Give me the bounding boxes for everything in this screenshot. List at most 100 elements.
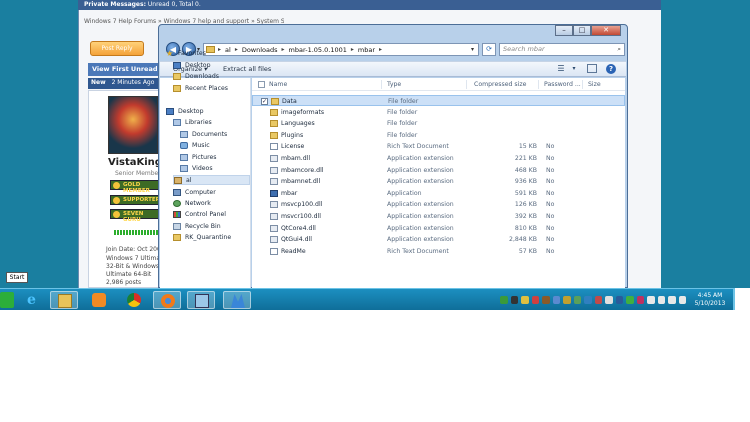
close-button[interactable]: ✕ (591, 25, 621, 36)
tray-icon[interactable] (510, 296, 518, 304)
tray-icon[interactable] (636, 296, 644, 304)
file-row[interactable]: mbamnet.dll Application extension 936 KB No (252, 176, 625, 187)
nav-item-rk-quarantine[interactable]: RK_Quarantine (173, 232, 250, 242)
view-first-unread-link[interactable]: View First Unread (88, 63, 163, 76)
application-icon (270, 189, 278, 197)
column-size[interactable]: Size (588, 81, 601, 88)
file-password-protected: No (546, 201, 555, 209)
file-row[interactable]: imageformats File folder (252, 107, 625, 118)
nav-item-documents[interactable]: Documents (180, 129, 250, 139)
nav-item-libraries[interactable]: Libraries (173, 117, 250, 127)
tray-icon[interactable] (647, 296, 655, 304)
column-compressed-size[interactable]: Compressed size (474, 81, 526, 88)
archive-taskbar-button[interactable] (187, 291, 215, 309)
avatar[interactable] (108, 96, 158, 154)
file-row[interactable]: mbam.dll Application extension 221 KB No (252, 153, 625, 164)
nav-item-pictures[interactable]: Pictures (180, 152, 250, 162)
search-input[interactable]: Search mbar ⌕ (499, 43, 625, 56)
firefox-taskbar-button[interactable] (153, 291, 181, 309)
column-divider[interactable] (582, 80, 583, 89)
refresh-button[interactable]: ⟳ (482, 43, 496, 56)
select-all-checkbox[interactable] (258, 81, 265, 88)
tray-icon[interactable] (615, 296, 623, 304)
column-password[interactable]: Password ... (544, 81, 581, 88)
nav-item-desktop[interactable]: Desktop (173, 60, 250, 70)
nav-item-videos[interactable]: Videos (180, 163, 250, 173)
file-row[interactable]: mbar Application 591 KB No (252, 188, 625, 199)
username[interactable]: VistaKing (108, 157, 162, 168)
tray-icon[interactable] (668, 296, 676, 304)
user-folder-icon (174, 176, 182, 184)
post-reply-button[interactable]: Post Reply (90, 41, 144, 56)
file-row[interactable]: Languages File folder (252, 118, 625, 129)
explorer-window: – □ ✕ ◀ ▶ ▾ ▸ al ▸ Downloads ▸ mbar-1.05… (158, 24, 628, 288)
column-divider[interactable] (381, 80, 382, 89)
nav-item-recycle-bin[interactable]: Recycle Bin (173, 221, 250, 231)
nav-item-music[interactable]: Music (180, 140, 250, 150)
nav-item-favorites[interactable]: ★ Favorites (166, 48, 250, 58)
view-options-icon[interactable]: ☰ (555, 64, 567, 74)
help-icon[interactable]: ? (606, 64, 616, 74)
file-row[interactable]: License Rich Text Document 15 KB No (252, 141, 625, 152)
column-type[interactable]: Type (387, 81, 401, 88)
nav-item-control-panel[interactable]: Control Panel (173, 209, 250, 219)
tray-icon[interactable] (594, 296, 602, 304)
nav-item-desktop[interactable]: Desktop (166, 106, 250, 116)
tray-icon[interactable] (521, 296, 529, 304)
media-player-taskbar-button[interactable] (85, 291, 113, 309)
private-messages-value[interactable]: Unread 0, Total 0. (148, 1, 201, 8)
tray-icon[interactable] (500, 296, 508, 304)
file-explorer-taskbar-button[interactable] (50, 291, 78, 309)
start-button[interactable] (0, 292, 14, 308)
chrome-taskbar-button[interactable] (120, 291, 148, 309)
maximize-button[interactable]: □ (573, 25, 591, 36)
recycle-bin-icon (173, 222, 181, 230)
nav-item-al[interactable]: al (173, 175, 250, 185)
file-row[interactable]: msvcp100.dll Application extension 126 KB N… (252, 199, 625, 210)
minimize-button[interactable]: – (555, 25, 573, 36)
chevron-down-icon[interactable]: ▾ (471, 46, 474, 53)
nav-item-computer[interactable]: Computer (173, 187, 250, 197)
file-row[interactable]: QtCore4.dll Application extension 810 KB No (252, 223, 625, 234)
tray-icon[interactable] (626, 296, 634, 304)
column-name[interactable]: Name (269, 81, 287, 88)
file-row[interactable]: msvcr100.dll Application extension 392 KB N… (252, 211, 625, 222)
tray-icon[interactable] (563, 296, 571, 304)
file-row[interactable]: Plugins File folder (252, 130, 625, 141)
show-desktop-button[interactable] (733, 288, 735, 310)
chevron-right-icon[interactable]: ▸ (351, 46, 354, 53)
breadcrumb-item[interactable]: mbar (358, 46, 375, 54)
file-compressed-size: 936 KB (514, 178, 537, 186)
tray-icon[interactable] (542, 296, 550, 304)
tray-icon[interactable] (573, 296, 581, 304)
file-row[interactable]: mbamcore.dll Application extension 468 KB N… (252, 165, 625, 176)
file-row[interactable]: QtGui4.dll Application extension 2,848 KB N… (252, 234, 625, 245)
malwarebytes-taskbar-button[interactable] (223, 291, 251, 309)
award-badge: SUPPORTER (110, 195, 162, 205)
tray-icon[interactable] (605, 296, 613, 304)
tray-icon[interactable] (657, 296, 665, 304)
preview-pane-icon[interactable] (587, 64, 597, 73)
nav-item-recent-places[interactable]: Recent Places (173, 83, 250, 93)
private-messages-label: Private Messages: (84, 1, 146, 8)
chevron-right-icon[interactable]: ▸ (282, 46, 285, 53)
tray-icon[interactable] (531, 296, 539, 304)
reputation-bar (114, 230, 162, 235)
file-row[interactable]: ReadMe Rich Text Document 57 KB No (252, 246, 625, 257)
tray-icon[interactable] (552, 296, 560, 304)
nav-item-downloads[interactable]: Downloads (173, 71, 250, 81)
tray-icon[interactable] (584, 296, 592, 304)
column-divider[interactable] (538, 80, 539, 89)
tray-icon[interactable] (678, 296, 686, 304)
breadcrumb-item[interactable]: mbar-1.05.0.1001 (289, 46, 347, 54)
column-divider[interactable] (466, 80, 467, 89)
internet-explorer-taskbar-button[interactable]: e (20, 291, 48, 309)
nav-item-network[interactable]: Network (173, 198, 250, 208)
file-row[interactable]: ✓ Data File folder (252, 95, 625, 106)
clock[interactable]: 4:45 AM 5/10/2013 (688, 292, 732, 308)
checkbox-checked-icon[interactable]: ✓ (261, 98, 268, 105)
post-age: 2 Minutes Ago (111, 79, 155, 86)
chevron-down-icon[interactable]: ▾ (568, 64, 580, 74)
search-icon[interactable]: ⌕ (617, 45, 621, 54)
chevron-right-icon[interactable]: ▸ (379, 46, 382, 53)
